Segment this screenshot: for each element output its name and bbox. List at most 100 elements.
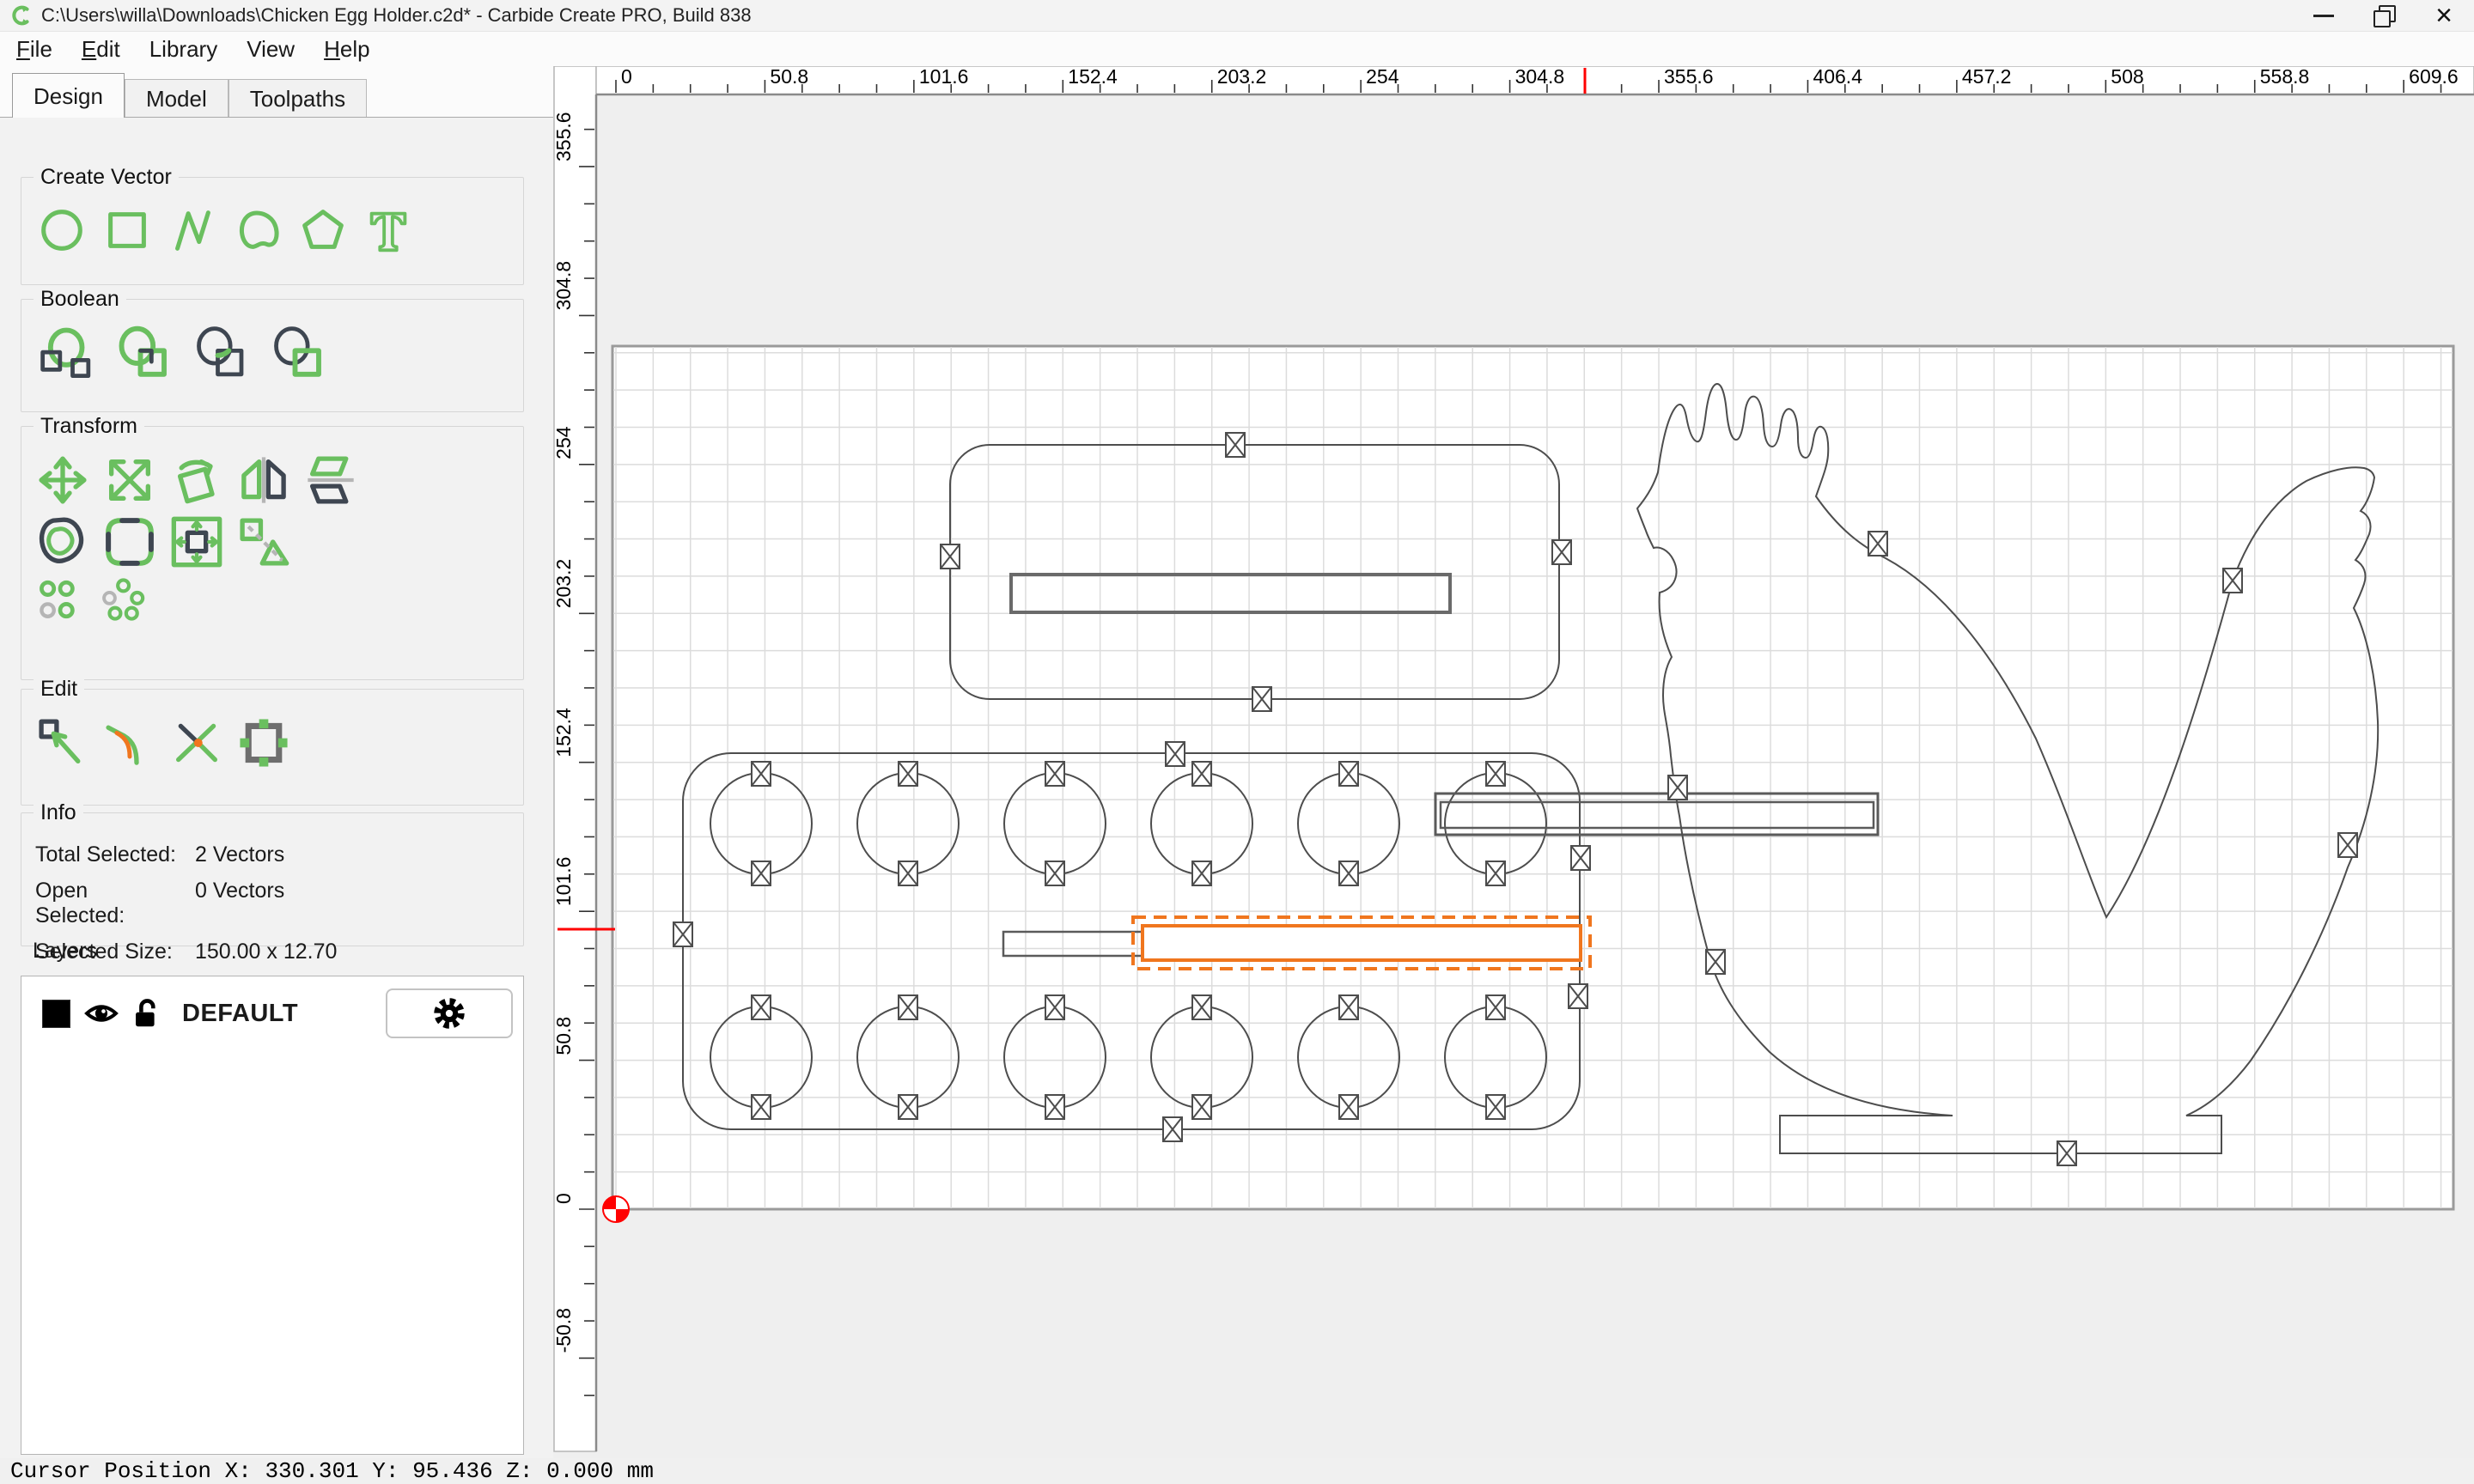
group-create-vector: Create Vector [21, 165, 524, 285]
svg-text:203.2: 203.2 [553, 559, 575, 609]
tab-design[interactable]: Design [12, 73, 125, 118]
design-canvas[interactable]: 0 50.8 101.6 152.4 203.2 254 304.8 355.6 406.4 45… [553, 66, 2474, 1458]
svg-text:609.6: 609.6 [2409, 66, 2459, 88]
svg-text:304.8: 304.8 [553, 261, 575, 311]
svg-text:355.6: 355.6 [553, 112, 575, 161]
selected-rectangle[interactable] [1131, 915, 1592, 970]
polygon-tool-icon[interactable] [296, 204, 350, 257]
restore-button[interactable] [2354, 0, 2414, 32]
offset-icon[interactable] [35, 514, 90, 569]
design-panel: Create Vector Boolean Transform Edit Inf… [0, 117, 553, 1458]
info-total-selected-value: 2 Vectors [195, 842, 285, 867]
minimize-icon [2313, 14, 2334, 17]
trim-shape-icon[interactable] [236, 514, 291, 569]
text-tool-icon[interactable] [362, 204, 415, 257]
group-boolean: Boolean [21, 287, 524, 412]
minimize-button[interactable] [2294, 0, 2354, 32]
menu-view[interactable]: View [232, 32, 309, 66]
circle-tool-icon[interactable] [35, 204, 88, 257]
canvas-area: 0 50.8 101.6 152.4 203.2 254 304.8 355.6 406.4 45… [553, 66, 2474, 1458]
svg-text:-50.8: -50.8 [553, 1308, 575, 1353]
group-transform-label: Transform [34, 414, 144, 439]
layer-color-swatch[interactable] [42, 999, 70, 1028]
group-create-vector-label: Create Vector [34, 165, 179, 190]
trim-vectors-icon[interactable] [169, 715, 224, 770]
svg-text:0: 0 [553, 1193, 575, 1204]
layers-panel: DEFAULT [21, 976, 524, 1455]
info-selected-size-value: 150.00 x 12.70 [195, 940, 338, 964]
svg-text:254: 254 [553, 426, 575, 459]
round-corners-icon[interactable] [102, 514, 157, 569]
menu-help[interactable]: Help [309, 32, 384, 66]
svg-text:101.6: 101.6 [553, 857, 575, 907]
restore-icon [2373, 4, 2396, 27]
info-open-selected-value: 0 Vectors [195, 879, 285, 903]
nest-icon[interactable] [97, 576, 147, 623]
layers-title: Layers [33, 939, 98, 963]
app-window: C:\Users\willa\Downloads\Chicken Egg Hol… [0, 0, 2474, 1484]
group-boolean-label: Boolean [34, 287, 126, 312]
boolean-subtract-icon[interactable] [113, 325, 178, 382]
mirror-vertical-icon[interactable] [303, 453, 358, 508]
close-icon: × [2435, 0, 2453, 32]
layer-settings-button[interactable] [386, 988, 513, 1038]
svg-text:304.8: 304.8 [1515, 66, 1565, 88]
svg-text:50.8: 50.8 [553, 1017, 575, 1055]
svg-text:508: 508 [2111, 66, 2143, 88]
svg-text:152.4: 152.4 [1068, 66, 1118, 88]
layer-name: DEFAULT [182, 999, 299, 1027]
unlock-icon[interactable] [132, 997, 163, 1030]
window-title: C:\Users\willa\Downloads\Chicken Egg Hol… [41, 4, 752, 26]
visibility-eye-icon[interactable] [84, 999, 119, 1028]
group-edit-label: Edit [34, 677, 85, 702]
origin-marker[interactable] [602, 1195, 630, 1223]
menu-library[interactable]: Library [135, 32, 232, 66]
boolean-xor-icon[interactable] [267, 325, 332, 382]
align-icon[interactable] [35, 576, 85, 623]
svg-text:457.2: 457.2 [1962, 66, 2012, 88]
tab-toolpaths[interactable]: Toolpaths [228, 79, 368, 117]
group-info: Info Total Selected: 2 Vectors Open Sele… [21, 800, 524, 964]
svg-text:203.2: 203.2 [1217, 66, 1267, 88]
group-edit: Edit [21, 677, 524, 806]
tab-model[interactable]: Model [124, 79, 229, 117]
rectangle-tool-icon[interactable] [101, 204, 154, 257]
tab-bar: Design Model Toolpaths [0, 66, 553, 118]
layer-row-default[interactable]: DEFAULT [21, 976, 523, 1038]
close-button[interactable]: × [2414, 0, 2474, 32]
group-transform: Transform [21, 414, 524, 680]
polyline-tool-icon[interactable] [166, 204, 219, 257]
svg-text:254: 254 [1366, 66, 1399, 88]
menu-edit[interactable]: Edit [67, 32, 135, 66]
svg-text:101.6: 101.6 [919, 66, 969, 88]
left-panel: Design Model Toolpaths Create Vector Boo… [0, 66, 553, 1458]
svg-text:50.8: 50.8 [770, 66, 808, 88]
window-controls: × [2294, 0, 2474, 32]
svg-text:355.6: 355.6 [1664, 66, 1714, 88]
selected-slot-rect[interactable] [1141, 924, 1582, 962]
inner-offset-icon[interactable] [169, 514, 224, 569]
rotate-icon[interactable] [169, 453, 224, 508]
cursor-position-readout: Cursor Position X: 330.301 Y: 95.436 Z: … [10, 1458, 654, 1484]
group-info-label: Info [34, 800, 83, 825]
info-open-selected-label: Open Selected: [35, 879, 125, 928]
svg-text:406.4: 406.4 [1813, 66, 1862, 88]
mirror-horizontal-icon[interactable] [236, 453, 291, 508]
menu-bar: File Edit Library View Help [0, 32, 2474, 66]
svg-text:558.8: 558.8 [2260, 66, 2310, 88]
svg-text:152.4: 152.4 [553, 708, 575, 757]
boolean-intersect-icon[interactable] [190, 325, 255, 382]
curve-tool-icon[interactable] [231, 204, 284, 257]
layer-settings-gear-icon [434, 998, 465, 1029]
node-edit-icon[interactable] [35, 715, 90, 770]
resize-handles-icon[interactable] [236, 715, 291, 770]
boolean-union-icon[interactable] [35, 325, 101, 382]
join-vectors-icon[interactable] [102, 715, 157, 770]
scale-icon[interactable] [102, 453, 157, 508]
status-bar: Cursor Position X: 330.301 Y: 95.436 Z: … [0, 1458, 2474, 1484]
move-icon[interactable] [35, 453, 90, 508]
info-total-selected-label: Total Selected: [35, 842, 176, 867]
menu-file[interactable]: File [2, 32, 67, 66]
carbide-create-logo-icon [12, 5, 29, 26]
title-bar: C:\Users\willa\Downloads\Chicken Egg Hol… [0, 0, 2474, 32]
